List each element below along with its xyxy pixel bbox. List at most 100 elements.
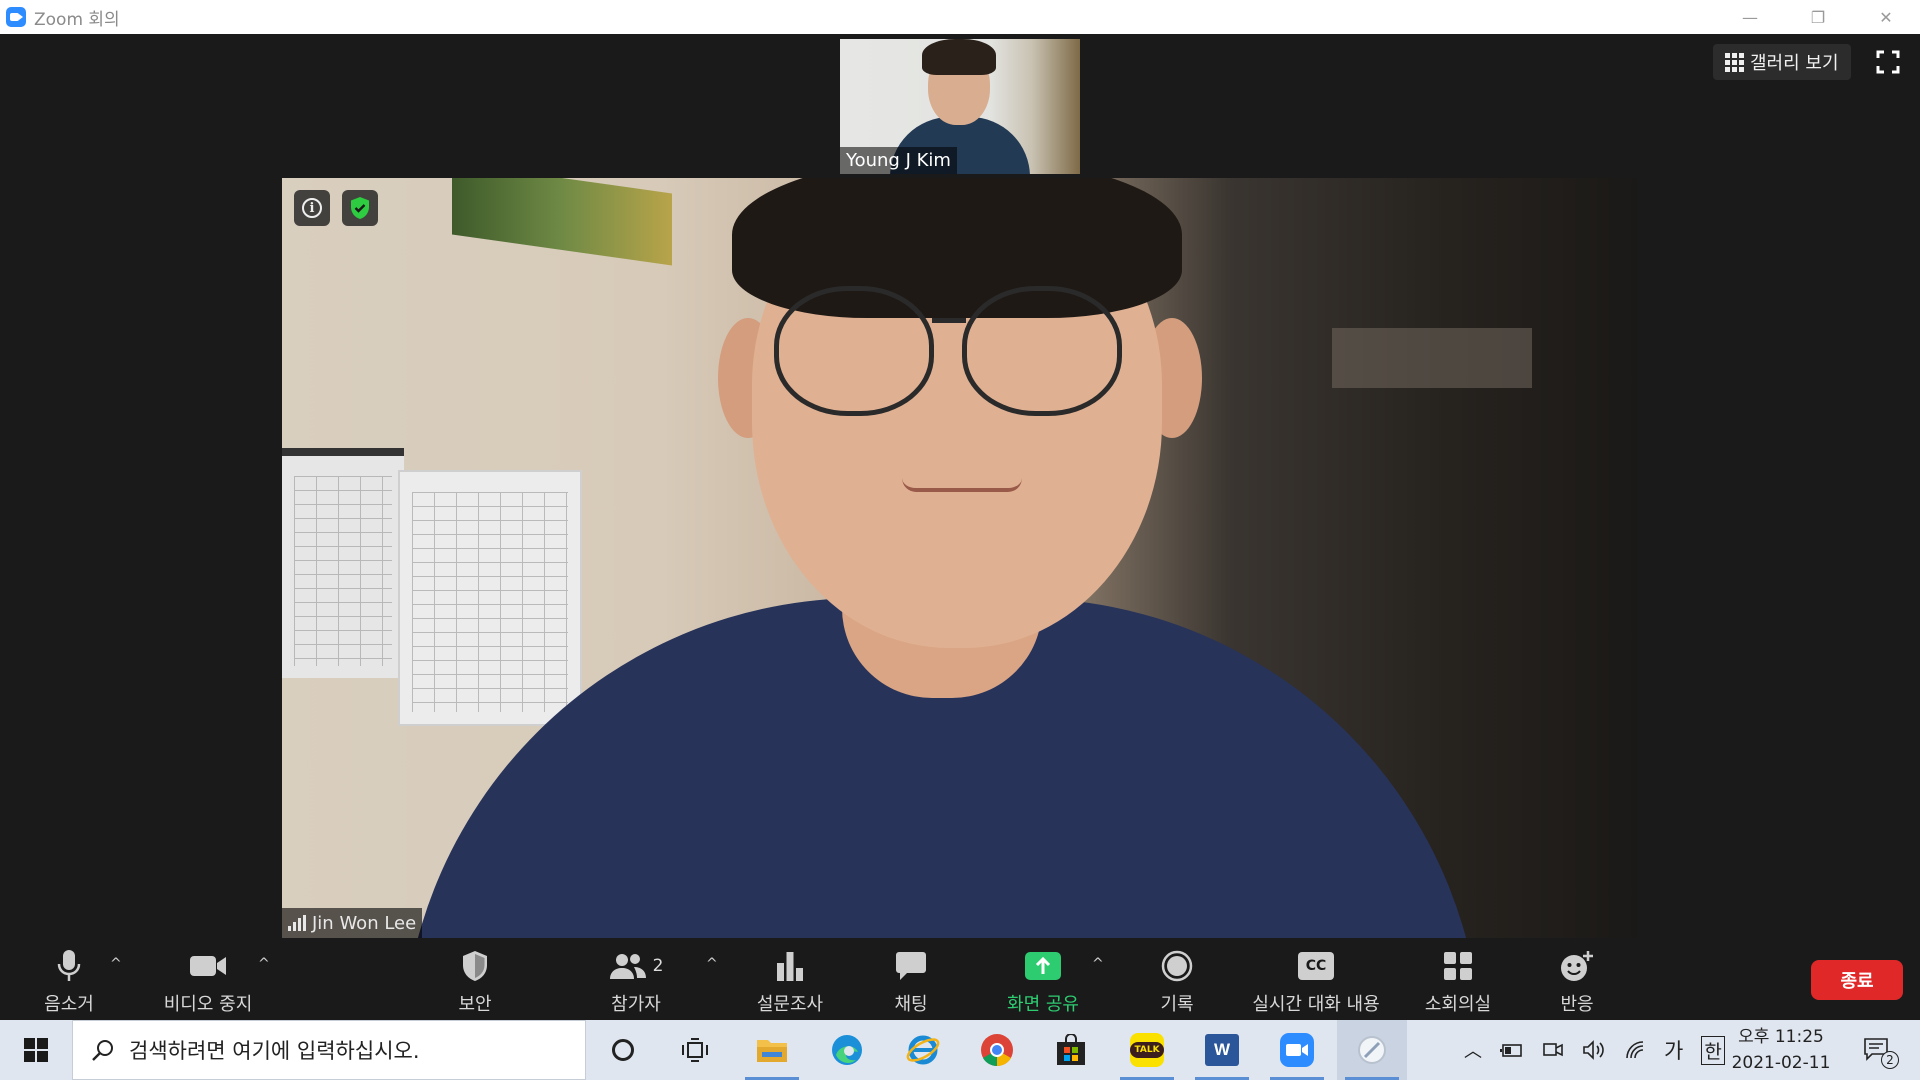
microsoft-store-button[interactable]: [1036, 1020, 1106, 1080]
chat-label: 채팅: [894, 994, 928, 1015]
end-meeting-button[interactable]: 종료: [1811, 960, 1903, 1000]
main-video[interactable]: i Jin Won Lee: [282, 178, 1637, 938]
task-view-icon: [682, 1038, 708, 1062]
chat-bubble-icon: [896, 952, 926, 980]
stop-video-button[interactable]: 비디오 중지: [156, 938, 260, 1020]
ime-mode-indicator[interactable]: 가: [1664, 1035, 1683, 1065]
restore-button[interactable]: ❐: [1784, 0, 1852, 34]
taskbar-clock[interactable]: 오후 11:25 2021-02-11: [1720, 1022, 1842, 1078]
info-icon: i: [302, 198, 322, 218]
clock-time: 오후 11:25: [1738, 1027, 1824, 1047]
security-button[interactable]: 보안: [440, 938, 510, 1020]
security-label: 보안: [458, 994, 492, 1015]
chrome-icon: [981, 1034, 1013, 1067]
word-label: W: [1213, 1040, 1231, 1059]
cortana-button[interactable]: [588, 1020, 658, 1080]
file-explorer-button[interactable]: [737, 1020, 807, 1080]
person-mouth: [902, 478, 1022, 492]
main-participant-name-tag: Jin Won Lee: [282, 908, 423, 938]
zoom-icon: [1280, 1033, 1314, 1067]
meeting-info-button[interactable]: i: [294, 190, 330, 226]
emoji-plus-icon: [1561, 951, 1593, 981]
record-button[interactable]: 기록: [1142, 938, 1212, 1020]
stop-video-label: 비디오 중지: [163, 994, 253, 1015]
system-tray: ︿ 가 한: [1464, 1020, 1725, 1080]
kakaotalk-icon: TALK: [1130, 1033, 1164, 1067]
minimize-button[interactable]: —: [1716, 0, 1784, 34]
taskbar-search-box[interactable]: 검색하려면 여기에 입력하십시오.: [72, 1020, 586, 1080]
glasses-left-lens: [774, 286, 934, 416]
chat-button[interactable]: 채팅: [876, 938, 946, 1020]
closed-caption-icon: CC: [1298, 952, 1334, 980]
meeting-area: Young J Kim 갤러리 보기 i Jin Won Lee: [0, 34, 1920, 1020]
meet-now-icon[interactable]: [1542, 1040, 1564, 1060]
windows-logo-icon: [24, 1038, 48, 1062]
video-options-caret[interactable]: ^: [258, 956, 270, 972]
thumbnail-participant-name: Young J Kim: [840, 147, 957, 174]
gallery-view-label: 갤러리 보기: [1750, 53, 1839, 74]
microphone-icon: [57, 950, 81, 981]
live-transcript-label: 실시간 대화 내용: [1252, 994, 1380, 1015]
live-transcript-button[interactable]: CC 실시간 대화 내용: [1246, 938, 1386, 1020]
cc-badge-text: CC: [1305, 958, 1327, 974]
breakout-rooms-button[interactable]: 소회의실: [1418, 938, 1498, 1020]
start-button[interactable]: [0, 1020, 72, 1080]
grid-icon: [1725, 52, 1744, 72]
title-bar: Zoom 회의 — ❐ ✕: [0, 0, 1920, 34]
chrome-button[interactable]: [962, 1020, 1032, 1080]
action-center-button[interactable]: 2: [1852, 1020, 1902, 1080]
share-screen-button[interactable]: 화면 공유: [998, 938, 1088, 1020]
signal-bars-icon: [288, 915, 306, 931]
wall-calendar-right: [398, 470, 582, 726]
mute-button[interactable]: 음소거: [34, 938, 104, 1020]
word-button[interactable]: W: [1187, 1020, 1257, 1080]
participants-options-caret[interactable]: ^: [706, 956, 718, 972]
zoom-app-icon: [6, 7, 26, 27]
participants-button[interactable]: 2 참가자: [596, 938, 676, 1020]
glasses-right-lens: [962, 286, 1122, 416]
tray-overflow-chevron-icon[interactable]: ︿: [1464, 1037, 1482, 1063]
share-screen-label: 화면 공유: [1007, 994, 1079, 1015]
person-hair: [732, 178, 1182, 318]
gallery-view-button[interactable]: 갤러리 보기: [1713, 44, 1851, 80]
window-controls: — ❐ ✕: [1716, 0, 1920, 34]
edge-browser-icon: [832, 1035, 862, 1065]
internet-explorer-button[interactable]: [888, 1020, 958, 1080]
record-label: 기록: [1160, 994, 1194, 1015]
polls-button[interactable]: 설문조사: [752, 938, 828, 1020]
word-icon: W: [1205, 1034, 1239, 1066]
video-camera-icon: [190, 956, 226, 976]
share-options-caret[interactable]: ^: [1092, 956, 1104, 972]
wall-calendar-left: [282, 448, 404, 678]
battery-icon[interactable]: [1500, 1041, 1524, 1059]
kakaotalk-button[interactable]: TALK: [1112, 1020, 1182, 1080]
record-icon: [1161, 950, 1193, 982]
task-view-button[interactable]: [660, 1020, 730, 1080]
close-button[interactable]: ✕: [1852, 0, 1920, 34]
participants-label: 참가자: [611, 994, 661, 1015]
bar-chart-icon: [777, 952, 803, 981]
polls-label: 설문조사: [756, 994, 824, 1015]
participants-icon: [609, 954, 646, 979]
share-screen-icon: [1025, 952, 1061, 980]
thumbnail-video[interactable]: Young J Kim: [840, 39, 1080, 174]
reactions-button[interactable]: 반응: [1542, 938, 1612, 1020]
store-bag-icon: [1057, 1034, 1085, 1065]
snipping-tool-button[interactable]: [1337, 1020, 1407, 1080]
mute-label: 음소거: [44, 994, 94, 1015]
participants-count: 2: [652, 956, 664, 976]
wifi-icon[interactable]: [1624, 1040, 1646, 1060]
fullscreen-button[interactable]: [1872, 46, 1904, 78]
meeting-toolbar: 음소거 ^ 비디오 중지 ^ 보안 2 참가자 ^ 설문조사 채팅 화면 공유 …: [0, 938, 1920, 1020]
search-placeholder: 검색하려면 여기에 입력하십시오.: [129, 1039, 420, 1063]
edge-button[interactable]: [812, 1020, 882, 1080]
zoom-taskbar-button[interactable]: [1262, 1020, 1332, 1080]
audio-options-caret[interactable]: ^: [110, 956, 122, 972]
encryption-shield-button[interactable]: [342, 190, 378, 226]
internet-explorer-icon: [906, 1035, 940, 1065]
folder-icon: [757, 1040, 787, 1062]
volume-icon[interactable]: [1582, 1040, 1606, 1060]
shield-icon: [463, 951, 487, 981]
snipping-tool-icon: [1358, 1036, 1386, 1064]
notification-count-badge: 2: [1881, 1051, 1899, 1069]
